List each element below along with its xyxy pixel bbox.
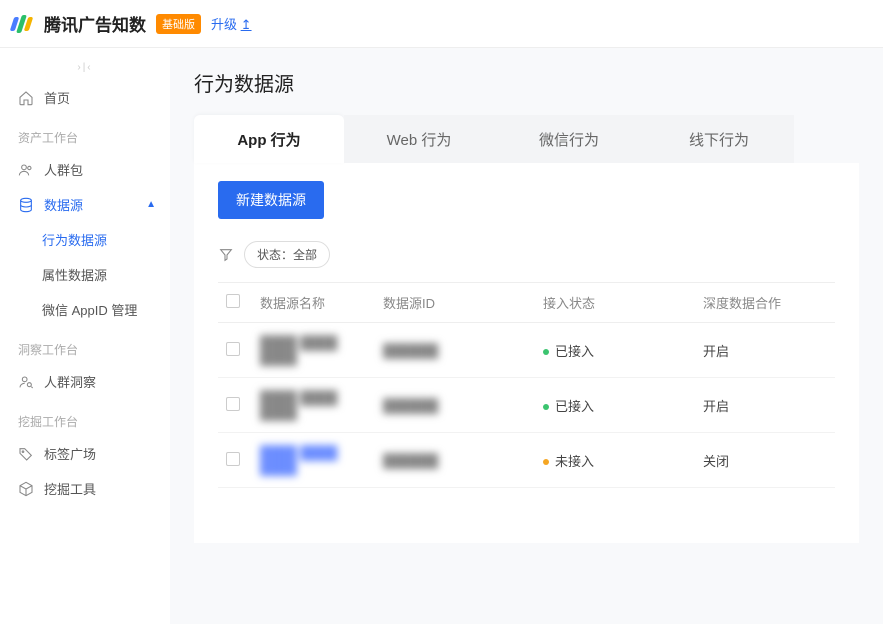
table-row[interactable]: ████ ████ ████ ██████ 已接入开启 [218,323,835,378]
sidebar-item-datasource[interactable]: 数据源 ▲ [0,187,170,222]
app-header: 腾讯广告知数 基础版 升级 ↥ [0,0,883,48]
cell-status: 未接入 [535,433,695,488]
cell-status: 已接入 [535,323,695,378]
table-row[interactable]: ████ ████ ████ ██████ 未接入关闭 [218,433,835,488]
upgrade-label: 升级 [211,17,237,32]
col-status: 接入状态 [535,283,695,323]
sidebar-item-label: 挖掘工具 [44,479,96,498]
sidebar-sub-attribute[interactable]: 属性数据源 [0,257,170,292]
home-icon [18,90,34,106]
cell-name: ████ ████ ████ [260,445,337,475]
edition-badge: 基础版 [156,14,201,34]
sidebar-item-audience[interactable]: 人群包 [0,152,170,187]
database-icon [18,197,34,213]
table-row[interactable]: ████ ████ ████ ██████ 已接入开启 [218,378,835,433]
sidebar-collapse-icon[interactable]: ›|‹ [0,54,170,80]
col-name: 数据源名称 [252,283,375,323]
cell-name: ████ ████ ████ [260,335,337,365]
tabs: App 行为 Web 行为 微信行为 线下行为 [194,115,859,163]
row-checkbox[interactable] [226,397,240,411]
sidebar-sub-wechat-appid[interactable]: 微信 AppID 管理 [0,292,170,327]
sidebar-item-tag-square[interactable]: 标签广场 [0,436,170,471]
col-id: 数据源ID [375,283,535,323]
tab-offline[interactable]: 线下行为 [644,115,794,163]
sidebar-item-label: 人群包 [44,160,83,179]
sidebar-sub-behavior[interactable]: 行为数据源 [0,222,170,257]
sidebar-item-label: 标签广场 [44,444,96,463]
sidebar-item-label: 数据源 [44,195,83,214]
cell-id: ██████ [383,453,438,468]
cell-id: ██████ [383,398,438,413]
sidebar-section-insight: 洞察工作台 [0,327,170,364]
sidebar-item-mining-tool[interactable]: 挖掘工具 [0,471,170,506]
table-header-row: 数据源名称 数据源ID 接入状态 深度数据合作 [218,283,835,323]
datasource-table: 数据源名称 数据源ID 接入状态 深度数据合作 ████ ████ ██████… [218,282,835,488]
filter-row: 状态：全部 [218,241,835,268]
user-search-icon [18,374,34,390]
tab-wechat[interactable]: 微信行为 [494,115,644,163]
cell-status: 已接入 [535,378,695,433]
upgrade-link[interactable]: 升级 ↥ [211,14,252,33]
users-icon [18,162,34,178]
sidebar-section-mining: 挖掘工作台 [0,399,170,436]
status-filter-pill[interactable]: 状态：全部 [244,241,330,268]
sidebar-item-label: 人群洞察 [44,372,96,391]
cell-deep: 开启 [695,323,835,378]
upgrade-arrow-icon: ↥ [241,17,252,32]
cube-icon [18,481,34,497]
filter-icon[interactable] [218,247,234,263]
tab-app[interactable]: App 行为 [194,115,344,163]
new-datasource-button[interactable]: 新建数据源 [218,181,324,219]
cell-name: ████ ████ ████ [260,390,337,420]
col-deep: 深度数据合作 [695,283,835,323]
sidebar-section-assets: 资产工作台 [0,115,170,152]
row-checkbox[interactable] [226,452,240,466]
cell-deep: 开启 [695,378,835,433]
app-brand: 腾讯广告知数 [44,11,146,36]
sidebar-item-crowd-insight[interactable]: 人群洞察 [0,364,170,399]
sidebar-item-label: 首页 [44,88,70,107]
cell-id: ██████ [383,343,438,358]
sidebar: ›|‹ 首页 资产工作台 人群包 数据源 ▲ 行为数据源 属性数据源 微信 Ap… [0,48,170,624]
tag-icon [18,446,34,462]
app-logo-icon [12,13,34,35]
sidebar-item-home[interactable]: 首页 [0,80,170,115]
page-title: 行为数据源 [194,68,859,97]
select-all-checkbox[interactable] [226,294,240,308]
main-content: 行为数据源 App 行为 Web 行为 微信行为 线下行为 新建数据源 状态：全… [170,48,883,624]
row-checkbox[interactable] [226,342,240,356]
cell-deep: 关闭 [695,433,835,488]
caret-up-icon: ▲ [146,199,156,210]
panel: 新建数据源 状态：全部 数据源名称 数据源ID 接入状态 深度数据合作 ████… [194,163,859,543]
tab-web[interactable]: Web 行为 [344,115,494,163]
